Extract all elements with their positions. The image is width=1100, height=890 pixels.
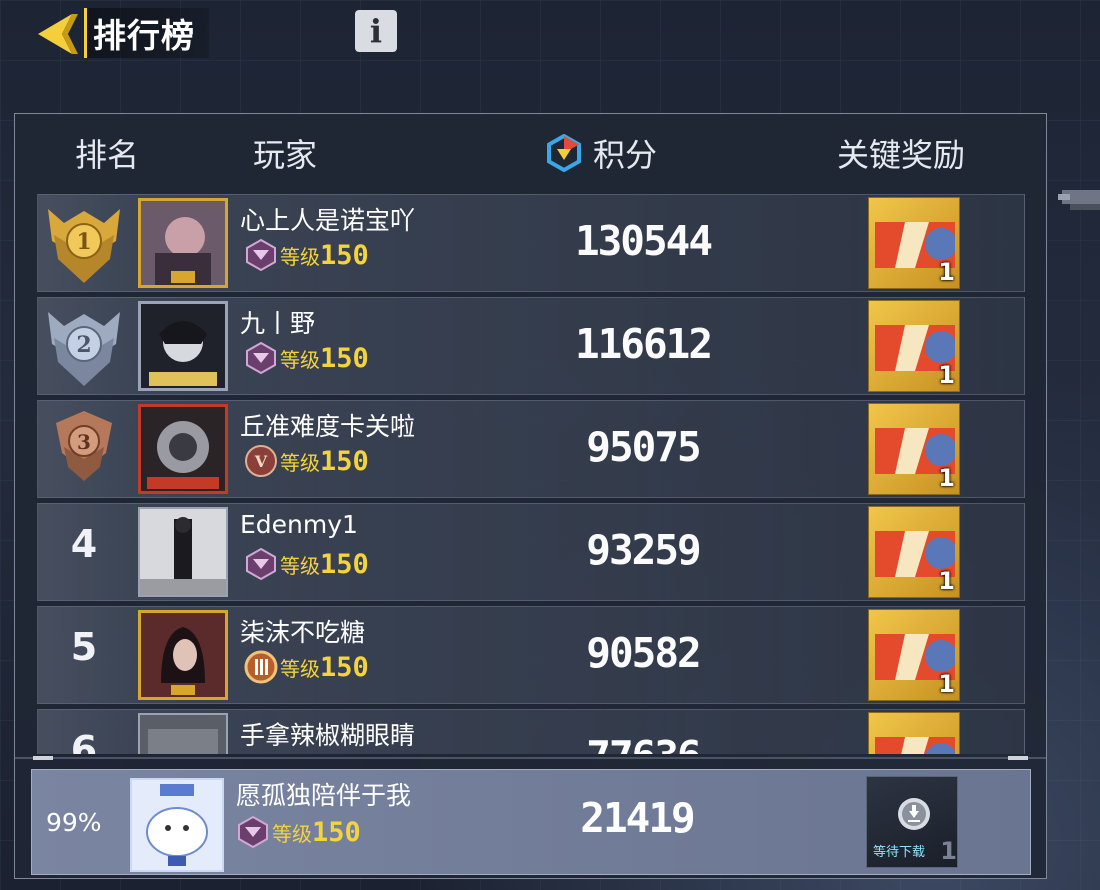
rank-number: 4 [70, 522, 98, 566]
avatar[interactable] [138, 301, 228, 391]
reward-item[interactable]: 1 [868, 506, 960, 598]
reward-count: 1 [938, 464, 955, 492]
table-row[interactable]: 1 心上人是诺宝吖 等级 150 130544 1 [37, 194, 1025, 292]
avatar[interactable] [138, 610, 228, 700]
leaderboard-list[interactable]: 1 心上人是诺宝吖 等级 150 130544 1 2 九丨野 等级 150 1… [37, 194, 1025, 754]
download-status: 等待下载 [873, 845, 926, 860]
player-score: 130544 [574, 217, 713, 265]
player-name: Edenmy1 [240, 510, 358, 539]
level-value: 150 [320, 342, 369, 374]
info-icon: i [369, 12, 383, 50]
header-rank: 排名 [75, 136, 140, 174]
reward-count: 1 [938, 361, 955, 389]
avatar[interactable] [138, 198, 228, 288]
level-value: 150 [320, 548, 369, 580]
level-label: 等级 [272, 821, 312, 846]
table-row[interactable]: 6 手拿辣椒糊眼睛 等级 150 77636 1 [37, 709, 1025, 754]
svg-text:V: V [254, 452, 268, 471]
my-reward-count: 1 [940, 837, 957, 865]
spaceship-decoration [1058, 190, 1100, 210]
level-badge-gear-icon [244, 650, 278, 684]
avatar[interactable] [138, 507, 228, 597]
player-level: 等级 150 [244, 649, 369, 685]
my-avatar[interactable] [130, 778, 224, 872]
reward-item[interactable]: 1 [868, 197, 960, 289]
reward-card-icon [875, 737, 955, 754]
gold-rank-medal-icon: 1 [48, 209, 120, 283]
level-label: 等级 [280, 553, 320, 578]
level-value: 150 [320, 239, 369, 271]
svg-text:1: 1 [76, 229, 91, 255]
table-row[interactable]: 5 柒沫不吃糖 等级 150 90582 1 [37, 606, 1025, 704]
my-percentile: 99% [46, 808, 102, 837]
my-reward-item[interactable]: 等待下载 1 [866, 776, 958, 868]
player-name: 柒沫不吃糖 [240, 618, 366, 647]
player-level: 等级 150 [244, 340, 369, 376]
info-button[interactable]: i [355, 10, 397, 52]
level-value: 150 [320, 445, 369, 477]
header-score-label: 积分 [593, 136, 658, 174]
reward-count: 1 [938, 670, 955, 698]
silver-rank-medal-icon: 2 [48, 312, 120, 386]
player-score: 95075 [586, 423, 701, 471]
level-label: 等级 [280, 347, 320, 372]
back-arrow-icon [38, 14, 78, 54]
reward-item[interactable]: 1 [868, 712, 960, 754]
level-label: 等级 [280, 656, 320, 681]
level-badge-icon [246, 547, 276, 581]
bronze-rank-medal-icon: 3 [56, 411, 112, 481]
player-name: 手拿辣椒糊眼睛 [240, 721, 416, 750]
player-score: 116612 [574, 320, 713, 368]
level-badge-icon [238, 815, 268, 849]
leaderboard-panel: 排名 玩家 积分 关键奖励 1 心上人是诺宝吖 等级 150 130544 1 … [14, 113, 1047, 879]
level-label: 等级 [280, 244, 320, 269]
my-level: 等级 150 [236, 814, 361, 850]
level-value: 150 [320, 651, 369, 683]
title-bar: 排行榜 [84, 8, 209, 58]
level-badge-icon [260, 753, 262, 754]
level-badge-v-icon: V [245, 445, 277, 477]
download-icon [898, 798, 930, 830]
player-level: 等级 150 [244, 752, 369, 754]
player-score: 93259 [586, 526, 701, 574]
reward-item[interactable]: 1 [868, 403, 960, 495]
header-score: 积分 [545, 130, 657, 176]
player-name: 九丨野 [240, 309, 316, 338]
back-button[interactable] [32, 10, 82, 58]
level-label: 等级 [280, 450, 320, 475]
player-level: 等级 150 [244, 237, 369, 273]
svg-text:3: 3 [77, 430, 91, 454]
player-name: 心上人是诺宝吖 [240, 206, 416, 235]
level-badge-icon [246, 341, 276, 375]
player-level: V 等级 150 [244, 443, 369, 479]
table-row[interactable]: 4 Edenmy1 等级 150 93259 1 [37, 503, 1025, 601]
my-name: 愿孤独陪伴于我 [236, 781, 412, 810]
player-level: 等级 150 [244, 546, 369, 582]
my-rank-row[interactable]: 99% 愿孤独陪伴于我 等级 150 21419 等待下载 1 [31, 769, 1031, 875]
rank-number: 5 [70, 625, 98, 669]
header-player: 玩家 [253, 136, 318, 174]
player-name: 丘准难度卡关啦 [240, 412, 416, 441]
rank-number: 6 [70, 728, 98, 754]
reward-item[interactable]: 1 [868, 609, 960, 701]
reward-count: 1 [938, 567, 955, 595]
reward-count: 1 [938, 258, 955, 286]
level-value: 150 [312, 816, 361, 848]
header-reward: 关键奖励 [837, 136, 966, 174]
avatar[interactable] [138, 404, 228, 494]
page-title: 排行榜 [93, 16, 195, 55]
my-score: 21419 [580, 794, 695, 842]
reward-item[interactable]: 1 [868, 300, 960, 392]
player-score: 77636 [518, 732, 768, 754]
table-header: 排名 玩家 积分 关键奖励 [15, 114, 1046, 190]
hexagon-score-icon [547, 134, 581, 172]
table-row[interactable]: 2 九丨野 等级 150 116612 1 [37, 297, 1025, 395]
svg-text:2: 2 [76, 332, 91, 358]
avatar[interactable] [138, 713, 228, 754]
player-score: 90582 [586, 629, 701, 677]
divider [15, 756, 1046, 760]
level-badge-icon [246, 238, 276, 272]
table-row[interactable]: 3 丘准难度卡关啦 V 等级 150 95075 1 [37, 400, 1025, 498]
